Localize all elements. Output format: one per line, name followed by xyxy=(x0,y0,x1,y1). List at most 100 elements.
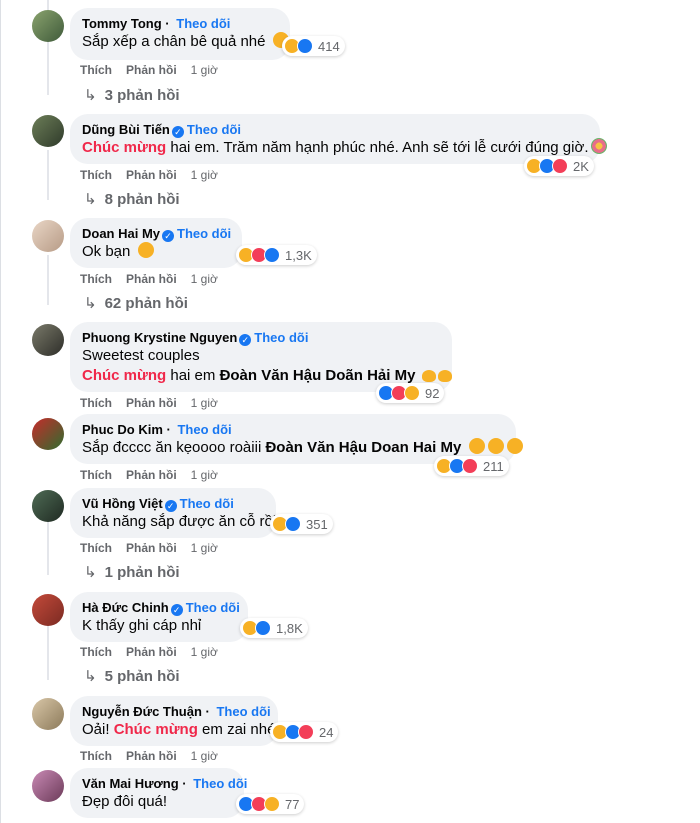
verified-icon: ✓ xyxy=(170,604,183,616)
view-replies-button[interactable]: ↳ 3 phản hồi xyxy=(84,86,180,104)
reply-link[interactable]: Phản hồi xyxy=(126,63,177,77)
reaction-count: 24 xyxy=(319,724,334,740)
reaction-summary[interactable]: 92 xyxy=(376,383,445,403)
reaction-summary[interactable]: 1,8K xyxy=(240,618,308,638)
timestamp[interactable]: 1 giờ xyxy=(191,541,218,555)
follow-button[interactable]: Theo dõi xyxy=(177,422,231,437)
follow-button[interactable]: Theo dõi xyxy=(186,600,240,615)
comment-bubble: Tommy Tong · Theo dõi Sắp xếp a chân bê … xyxy=(70,8,290,60)
avatar[interactable] xyxy=(32,698,64,730)
thread-line xyxy=(47,625,49,680)
reaction-count: 2K xyxy=(573,158,589,174)
comment-actions: Thích Phản hồi 1 giờ xyxy=(80,396,218,410)
like-link[interactable]: Thích xyxy=(80,272,112,286)
highlight-text[interactable]: Chúc mừng xyxy=(82,367,166,384)
view-replies-button[interactable]: ↳ 62 phản hồi xyxy=(84,294,188,312)
like-link[interactable]: Thích xyxy=(80,541,112,555)
highlight-text[interactable]: Chúc mừng xyxy=(82,139,166,156)
view-replies-button[interactable]: ↳ 1 phản hồi xyxy=(84,563,180,581)
avatar[interactable] xyxy=(32,594,64,626)
like-link[interactable]: Thích xyxy=(80,63,112,77)
reply-arrow-icon: ↳ xyxy=(84,668,97,685)
haha-icon xyxy=(404,385,420,401)
commenter-name[interactable]: Vũ Hồng Việt xyxy=(82,496,163,511)
reaction-summary[interactable]: 1,3K xyxy=(236,245,317,265)
commenter-name[interactable]: Phuc Do Kim xyxy=(82,422,163,437)
comment-text: hai em xyxy=(166,367,220,384)
follow-button[interactable]: Theo dõi xyxy=(187,122,241,137)
comment-actions: Thích Phản hồi 1 giờ xyxy=(80,168,218,182)
reaction-summary[interactable]: 24 xyxy=(270,722,339,742)
timestamp[interactable]: 1 giờ xyxy=(191,63,218,77)
avatar[interactable] xyxy=(32,770,64,802)
like-link[interactable]: Thích xyxy=(80,645,112,659)
commenter-name[interactable]: Tommy Tong xyxy=(82,16,162,31)
reaction-summary[interactable]: 351 xyxy=(270,514,333,534)
commenter-name[interactable]: Dũng Bùi Tiến xyxy=(82,122,170,137)
comment-bubble: Văn Mai Hương · Theo dõi Đẹp đôi quá! xyxy=(70,768,247,818)
reply-link[interactable]: Phản hồi xyxy=(126,272,177,286)
tagged-names[interactable]: Đoàn Văn Hậu Doan Hai My xyxy=(265,439,461,456)
commenter-name[interactable]: Văn Mai Hương xyxy=(82,776,179,791)
comment-actions: Thích Phản hồi 1 giờ xyxy=(80,272,218,286)
love-icon xyxy=(462,458,478,474)
avatar[interactable] xyxy=(32,10,64,42)
avatar[interactable] xyxy=(32,418,64,450)
commenter-name[interactable]: Doan Hai My xyxy=(82,226,160,241)
highlight-text[interactable]: Chúc mừng xyxy=(114,721,198,738)
follow-button[interactable]: Theo dõi xyxy=(180,496,234,511)
thread-line xyxy=(47,255,49,305)
comment-text: hai em. Trăm năm hạnh phúc nhé. Anh sẽ t… xyxy=(166,139,589,156)
timestamp[interactable]: 1 giờ xyxy=(191,749,218,763)
comment-bubble: Vũ Hồng Việt ✓ Theo dõi Khả năng sắp được … xyxy=(70,488,276,538)
reaction-count: 351 xyxy=(306,516,328,532)
timestamp[interactable]: 1 giờ xyxy=(191,468,218,482)
reaction-summary[interactable]: 414 xyxy=(282,36,345,56)
view-replies-button[interactable]: ↳ 8 phản hồi xyxy=(84,190,180,208)
timestamp[interactable]: 1 giờ xyxy=(191,645,218,659)
commenter-name[interactable]: Hà Đức Chinh xyxy=(82,600,169,615)
reaction-count: 414 xyxy=(318,38,340,54)
like-link[interactable]: Thích xyxy=(80,749,112,763)
follow-button[interactable]: Theo dõi xyxy=(177,226,231,241)
follow-button[interactable]: Theo dõi xyxy=(254,330,308,345)
view-replies-button[interactable]: ↳ 5 phản hồi xyxy=(84,667,180,685)
comment-bubble: Doan Hai My ✓ Theo dõi Ok bạn xyxy=(70,218,242,268)
like-link[interactable]: Thích xyxy=(80,468,112,482)
follow-button[interactable]: Theo dõi xyxy=(176,16,230,31)
comment-actions: Thích Phản hồi 1 giờ xyxy=(80,541,218,555)
tagged-names[interactable]: Đoàn Văn Hậu Doãn Hải My xyxy=(220,367,416,384)
timestamp[interactable]: 1 giờ xyxy=(191,272,218,286)
reply-link[interactable]: Phản hồi xyxy=(126,168,177,182)
reply-link[interactable]: Phản hồi xyxy=(126,396,177,410)
reply-link[interactable]: Phản hồi xyxy=(126,468,177,482)
timestamp[interactable]: 1 giờ xyxy=(191,168,218,182)
thread-line xyxy=(47,150,49,200)
commenter-name[interactable]: Phuong Krystine Nguyen xyxy=(82,330,237,345)
commenter-name[interactable]: Nguyễn Đức Thuận xyxy=(82,704,202,719)
heart-eyes-emoji-icon xyxy=(506,438,523,454)
avatar[interactable] xyxy=(32,115,64,147)
reaction-summary[interactable]: 211 xyxy=(434,456,509,476)
follow-button[interactable]: Theo dõi xyxy=(193,776,247,791)
reply-link[interactable]: Phản hồi xyxy=(126,541,177,555)
thread-line xyxy=(47,520,49,575)
reply-arrow-icon: ↳ xyxy=(84,87,97,104)
avatar[interactable] xyxy=(32,490,64,522)
reaction-count: 1,8K xyxy=(276,620,303,636)
reaction-count: 92 xyxy=(425,385,440,401)
like-icon xyxy=(255,620,271,636)
avatar[interactable] xyxy=(32,324,64,356)
love-icon xyxy=(298,724,314,740)
reply-link[interactable]: Phản hồi xyxy=(126,645,177,659)
avatar[interactable] xyxy=(32,220,64,252)
love-icon xyxy=(552,158,568,174)
reaction-summary[interactable]: 77 xyxy=(236,794,305,814)
like-link[interactable]: Thích xyxy=(80,396,112,410)
like-link[interactable]: Thích xyxy=(80,168,112,182)
reply-link[interactable]: Phản hồi xyxy=(126,749,177,763)
timestamp[interactable]: 1 giờ xyxy=(191,396,218,410)
follow-button[interactable]: Theo dõi xyxy=(216,704,270,719)
reaction-summary[interactable]: 2K xyxy=(524,156,594,176)
reaction-count: 1,3K xyxy=(285,247,312,263)
